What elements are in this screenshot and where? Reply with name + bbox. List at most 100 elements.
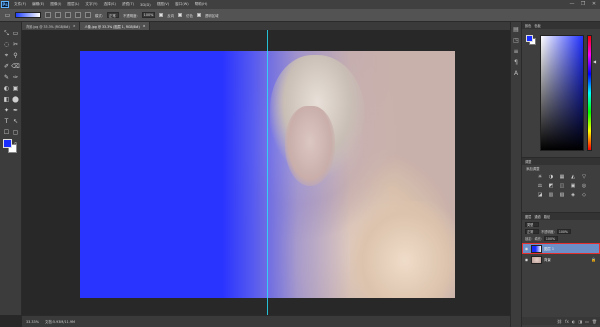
vibrance-icon[interactable]: ▽ — [580, 174, 588, 180]
eraser-tool-icon[interactable]: ⌫ — [11, 63, 19, 70]
properties-panel-icon[interactable]: ◳ — [512, 36, 520, 44]
gradient-tool-icon[interactable]: ◧ — [3, 96, 10, 103]
layer-row-layer1[interactable]: ◉ 图层 1 — [522, 243, 600, 254]
layer-opacity-field[interactable]: 100% — [556, 229, 571, 234]
eye-icon[interactable]: ◉ — [524, 246, 529, 251]
layer-kind-filter[interactable]: 类型 — [525, 222, 539, 227]
reverse-checkbox[interactable] — [159, 13, 164, 17]
threshold-icon[interactable]: ▧ — [558, 192, 566, 198]
move-tool-icon[interactable]: ⤡ — [3, 30, 10, 37]
menu-select[interactable]: 选择(S) — [101, 2, 119, 7]
gradient-picker[interactable] — [15, 12, 41, 18]
diamond-gradient-button[interactable] — [85, 12, 91, 18]
adjustment-layer-icon[interactable]: ◐ — [572, 319, 576, 324]
vertical-guide-line[interactable] — [267, 30, 268, 315]
zoom-level[interactable]: 33.33% — [26, 320, 39, 324]
paragraph-panel-icon[interactable]: ¶ — [512, 58, 520, 66]
blur-tool-icon[interactable]: ⬤ — [12, 96, 19, 103]
link-layers-icon[interactable]: ⛓ — [557, 319, 562, 324]
panel-foreground-swatch[interactable] — [526, 35, 533, 42]
menu-filter[interactable]: 滤镜(T) — [119, 2, 137, 7]
actions-panel-icon[interactable]: ≡ — [512, 47, 520, 55]
exposure-icon[interactable]: ◭ — [569, 174, 577, 180]
channel-mixer-icon[interactable]: ◎ — [580, 183, 588, 189]
history-brush-icon[interactable]: ▣ — [12, 85, 19, 92]
trash-icon[interactable]: 🗑 — [592, 319, 597, 324]
shape-tool-icon[interactable]: ☐ — [3, 129, 10, 136]
menu-3d[interactable]: 3D(D) — [137, 3, 154, 7]
gradient-map-icon[interactable]: ◇ — [580, 192, 588, 198]
brightness-icon[interactable]: ☀ — [536, 174, 544, 180]
tab-color[interactable]: 颜色 — [525, 23, 531, 28]
color-balance-icon[interactable]: ⚖ — [536, 183, 544, 189]
tab-channels[interactable]: 通道 — [534, 214, 540, 219]
hue-slider[interactable] — [587, 35, 592, 151]
linear-gradient-button[interactable] — [45, 12, 51, 18]
rectangle-tool-icon[interactable]: ▢ — [12, 129, 19, 136]
restore-icon[interactable]: ❐ — [579, 1, 587, 7]
dodge-tool-icon[interactable]: ◐ — [3, 85, 10, 92]
gradient-tool-icon[interactable]: ▭ — [4, 12, 11, 19]
brush-tool-icon[interactable]: ✑ — [12, 74, 19, 81]
menu-edit[interactable]: 编辑(E) — [29, 2, 47, 7]
type-tool-icon[interactable]: T — [3, 118, 10, 125]
minimize-icon[interactable]: — — [568, 1, 576, 7]
blend-mode-select[interactable]: 正常 — [525, 229, 539, 234]
invert-icon[interactable]: ◪ — [536, 192, 544, 198]
canvas-area[interactable] — [22, 30, 510, 315]
pen-tool-icon[interactable]: ✦ — [3, 107, 10, 114]
transparency-checkbox[interactable] — [196, 13, 201, 17]
history-panel-icon[interactable]: ▤ — [512, 25, 520, 33]
new-layer-icon[interactable]: ▭ — [585, 319, 589, 324]
path-select-icon[interactable]: ↖ — [12, 118, 19, 125]
posterize-icon[interactable]: ▥ — [547, 192, 555, 198]
eye-icon[interactable]: ◉ — [524, 257, 529, 262]
menu-view[interactable]: 视图(V) — [154, 2, 172, 7]
marquee-tool-icon[interactable]: ▭ — [12, 30, 19, 37]
hue-saturation-icon[interactable]: ◩ — [547, 183, 555, 189]
foreground-color-swatch[interactable] — [3, 139, 12, 148]
selective-color-icon[interactable]: ◈ — [569, 192, 577, 198]
tab-adjustments[interactable]: 调整 — [525, 159, 531, 164]
fill-field[interactable]: 100% — [543, 236, 558, 241]
curves-icon[interactable]: ▦ — [558, 174, 566, 180]
slice-tool-icon[interactable]: ✂ — [12, 41, 19, 48]
menu-type[interactable]: 文字(Y) — [82, 2, 100, 7]
menu-file[interactable]: 文件(F) — [11, 2, 29, 7]
layer-name[interactable]: 背景 — [544, 257, 551, 262]
close-icon[interactable]: × — [73, 24, 76, 28]
tab-paths[interactable]: 路径 — [544, 214, 550, 219]
layer-name[interactable]: 图层 1 — [544, 246, 554, 251]
path-tool-icon[interactable]: ✒ — [12, 107, 19, 114]
clone-stamp-icon[interactable]: ✎ — [3, 74, 10, 81]
levels-icon[interactable]: ◑ — [547, 174, 555, 180]
black-white-icon[interactable]: ◫ — [558, 183, 566, 189]
hue-slider-handle-icon[interactable]: ◀ — [593, 59, 596, 64]
layer-row-background[interactable]: ◉ 背景 🔒 — [522, 254, 600, 265]
character-panel-icon[interactable]: A — [512, 69, 520, 77]
photo-filter-icon[interactable]: ▣ — [569, 183, 577, 189]
lasso-tool-icon[interactable]: ◌ — [3, 41, 10, 48]
dither-checkbox[interactable] — [178, 13, 183, 17]
menu-help[interactable]: 帮助(H) — [192, 2, 211, 7]
layer-mask-icon[interactable]: ◨ — [578, 319, 582, 324]
close-icon[interactable]: ✕ — [590, 1, 598, 7]
color-picker-field[interactable] — [540, 35, 584, 151]
tab-swatches[interactable]: 色板 — [534, 23, 540, 28]
mode-select[interactable]: 正常 — [106, 12, 119, 18]
layer-style-icon[interactable]: fx — [565, 319, 569, 324]
opacity-field[interactable]: 100% — [141, 12, 156, 18]
menu-layer[interactable]: 图层(L) — [64, 2, 82, 7]
angle-gradient-button[interactable] — [65, 12, 71, 18]
eyedropper-icon[interactable]: ⚲ — [12, 52, 19, 59]
doc-tab-background[interactable]: 背景.jpg @ 33.3% (RGB/8#) × — [22, 22, 81, 30]
crop-tool-icon[interactable]: ⌖ — [3, 52, 10, 59]
close-icon[interactable]: × — [143, 24, 146, 28]
radial-gradient-button[interactable] — [55, 12, 61, 18]
healing-brush-icon[interactable]: ✐ — [3, 63, 10, 70]
tab-layers[interactable]: 图层 — [525, 214, 531, 219]
reflected-gradient-button[interactable] — [75, 12, 81, 18]
menu-window[interactable]: 窗口(W) — [172, 2, 192, 7]
menu-image[interactable]: 图像(I) — [47, 2, 64, 7]
doc-tab-portrait[interactable]: 人像.jpg @ 33.3% (图层 1, RGB/8#) × — [80, 22, 151, 30]
